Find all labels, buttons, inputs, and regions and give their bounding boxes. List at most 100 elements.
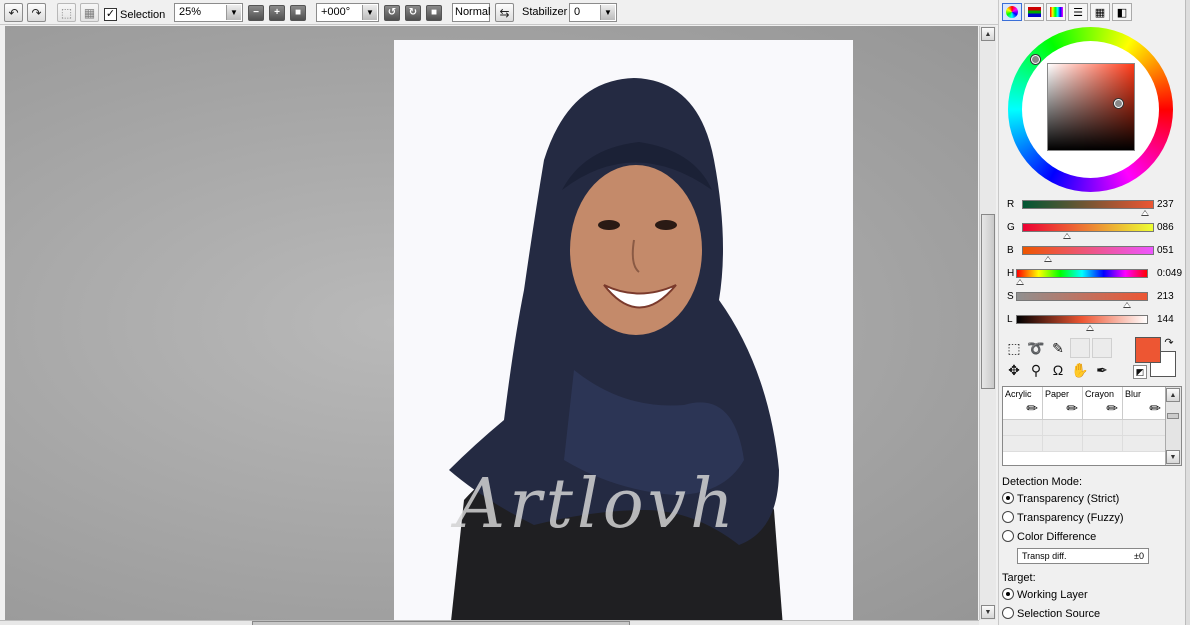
tab-swatches[interactable]: ▦	[1090, 3, 1110, 21]
chevron-down-icon[interactable]: ▼	[600, 5, 615, 20]
swap-colors-icon[interactable]: ↷	[1162, 335, 1176, 349]
color-tool-panel: ☰ ▦ ◧ R 237 G 086 B 051 H 0:049 S 213 L …	[998, 0, 1190, 625]
selection-rect-icon[interactable]: ⬚	[1004, 338, 1024, 358]
empty-brush-slot[interactable]	[1043, 436, 1083, 452]
slider-h-handle[interactable]	[1015, 279, 1024, 285]
scroll-down-icon[interactable]: ▼	[981, 605, 995, 619]
tab-hsv-sliders[interactable]	[1046, 3, 1066, 21]
canvas-document[interactable]: Artlovh	[394, 40, 853, 620]
transparency-diff-value: ±0	[1134, 551, 1144, 561]
zoom-reset-button[interactable]: ■	[290, 5, 306, 21]
slider-l-handle[interactable]	[1085, 325, 1094, 331]
canvas-horizontal-scrollbar[interactable]	[0, 620, 979, 625]
chevron-down-icon[interactable]: ▼	[226, 5, 241, 20]
zoom-in-button[interactable]: +	[269, 5, 285, 21]
empty-brush-slot[interactable]	[1123, 420, 1166, 436]
rotate-icon[interactable]: Ω	[1048, 360, 1068, 380]
detection-option-color-diff[interactable]: Color Difference	[1002, 530, 1096, 543]
stabilizer-dropdown[interactable]: 0 ▼	[569, 3, 617, 22]
deselect-button[interactable]: ⬚	[57, 3, 76, 22]
transparency-diff-field[interactable]: Transp diff. ±0	[1017, 548, 1149, 564]
radio-button[interactable]	[1002, 607, 1014, 619]
magic-wand-icon[interactable]: ✎	[1048, 338, 1068, 358]
empty-brush-slot[interactable]	[1083, 420, 1123, 436]
slider-r[interactable]: R 237	[1005, 199, 1189, 219]
empty-brush-slot[interactable]	[1003, 420, 1043, 436]
brush-blur[interactable]: Blur ✏	[1123, 387, 1166, 420]
slider-g-handle[interactable]	[1062, 233, 1071, 239]
slider-l-value: 144	[1157, 314, 1174, 325]
rotation-reset-button[interactable]: ■	[426, 5, 442, 21]
scroll-up-icon[interactable]: ▲	[981, 27, 995, 41]
radio-button[interactable]	[1002, 530, 1014, 542]
brush-tool-grid: Acrylic ✏ Paper ✏ Crayon ✏ Blur ✏ ▲ ▼	[1002, 386, 1182, 466]
zoom-icon[interactable]: ⚲	[1026, 360, 1046, 380]
undo-button[interactable]: ↶	[4, 3, 23, 22]
tab-scratchpad[interactable]: ◧	[1112, 3, 1132, 21]
reset-colors-icon[interactable]: ◩	[1133, 365, 1147, 379]
detection-option-fuzzy[interactable]: Transparency (Fuzzy)	[1002, 511, 1124, 524]
eyedropper-icon[interactable]: ✒	[1092, 360, 1112, 380]
selection-checkbox[interactable]: ✓	[104, 8, 117, 21]
tab-color-wheel[interactable]	[1002, 3, 1022, 21]
hand-icon[interactable]: ✋	[1070, 360, 1090, 380]
radio-button[interactable]	[1002, 511, 1014, 523]
sv-marker[interactable]	[1114, 99, 1123, 108]
selection-label: Selection	[120, 8, 166, 21]
hue-marker[interactable]	[1031, 55, 1040, 64]
invert-selection-button[interactable]: ▦	[80, 3, 99, 22]
slider-s[interactable]: S 213	[1005, 291, 1189, 311]
scroll-thumb[interactable]	[252, 621, 630, 625]
scroll-up-icon[interactable]: ▲	[1166, 388, 1180, 402]
zoom-out-button[interactable]: −	[248, 5, 264, 21]
zoom-dropdown[interactable]: 25% ▼	[174, 3, 243, 22]
brush-paper[interactable]: Paper ✏	[1043, 387, 1083, 420]
rotation-dropdown[interactable]: +000° ▼	[316, 3, 379, 22]
saturation-value-square[interactable]	[1047, 63, 1135, 151]
target-option-selection-source[interactable]: Selection Source	[1002, 607, 1100, 620]
slider-b-handle[interactable]	[1044, 256, 1053, 262]
slider-h-track[interactable]	[1016, 269, 1148, 278]
redo-button[interactable]: ↷	[27, 3, 46, 22]
slider-r-track[interactable]	[1022, 200, 1154, 209]
empty-brush-slot[interactable]	[1123, 436, 1166, 452]
detection-option-strict[interactable]: Transparency (Strict)	[1002, 492, 1119, 505]
target-option-working-layer[interactable]: Working Layer	[1002, 588, 1088, 601]
slider-l-track[interactable]	[1016, 315, 1148, 324]
brush-grid-scrollbar[interactable]: ▲ ▼	[1165, 387, 1181, 465]
brush-acrylic[interactable]: Acrylic ✏	[1003, 387, 1043, 420]
canvas-workspace[interactable]: Artlovh	[5, 26, 978, 620]
slider-h[interactable]: H 0:049	[1005, 268, 1189, 288]
slider-b[interactable]: B 051	[1005, 245, 1189, 265]
chevron-down-icon[interactable]: ▼	[362, 5, 377, 20]
empty-brush-slot[interactable]	[1043, 420, 1083, 436]
blend-mode-dropdown[interactable]: Normal	[452, 3, 490, 22]
slider-g-track[interactable]	[1022, 223, 1154, 232]
slider-l[interactable]: L 144	[1005, 314, 1189, 334]
scroll-thumb[interactable]	[981, 214, 995, 389]
rotate-right-button[interactable]: ↻	[405, 5, 421, 21]
tab-palette-list[interactable]: ☰	[1068, 3, 1088, 21]
slider-r-handle[interactable]	[1140, 210, 1149, 216]
panel-scrollbar[interactable]	[1185, 0, 1190, 625]
flip-horizontal-button[interactable]: ⇆	[495, 3, 514, 22]
foreground-color-swatch[interactable]	[1135, 337, 1161, 363]
move-icon[interactable]: ✥	[1004, 360, 1024, 380]
slider-s-handle[interactable]	[1122, 302, 1131, 308]
canvas-vertical-scrollbar[interactable]: ▲ ▼	[979, 26, 996, 620]
radio-button[interactable]	[1002, 588, 1014, 600]
radio-button[interactable]	[1002, 492, 1014, 504]
lasso-icon[interactable]: ➰	[1026, 338, 1046, 358]
empty-brush-slot[interactable]	[1003, 436, 1043, 452]
slider-b-track[interactable]	[1022, 246, 1154, 255]
rotate-left-button[interactable]: ↺	[384, 5, 400, 21]
scroll-down-icon[interactable]: ▼	[1166, 450, 1180, 464]
brush-crayon[interactable]: Crayon ✏	[1083, 387, 1123, 420]
empty-brush-slot[interactable]	[1083, 436, 1123, 452]
tab-rgb-sliders[interactable]	[1024, 3, 1044, 21]
slider-s-track[interactable]	[1016, 292, 1148, 301]
slider-l-label: L	[1007, 314, 1013, 325]
slider-g[interactable]: G 086	[1005, 222, 1189, 242]
scroll-thumb[interactable]	[1167, 413, 1179, 419]
selection-toggle[interactable]: ✓ Selection	[104, 5, 165, 24]
